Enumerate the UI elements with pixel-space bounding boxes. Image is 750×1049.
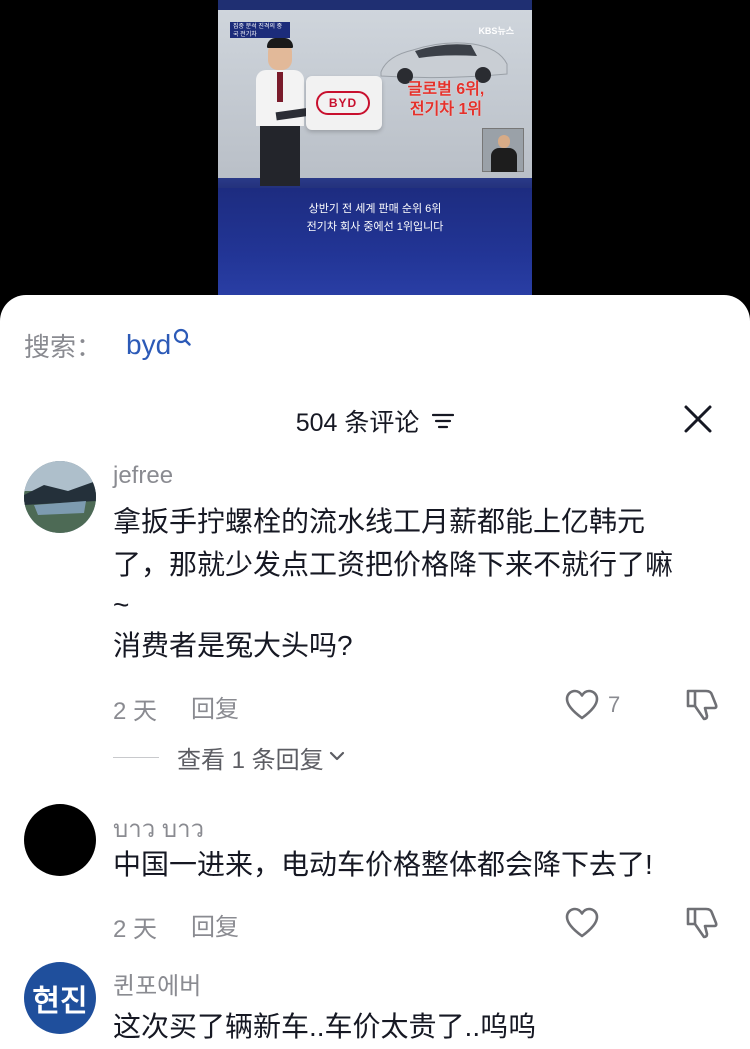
comment-timestamp: 2 天 <box>113 916 158 943</box>
comment-text-line: 中国一进来，电动车价格整体都会降下去了! <box>113 849 653 880</box>
comment-author[interactable]: jefree <box>113 462 173 490</box>
comment-text-line: 拿扳手拧螺栓的流水线工月薪都能上亿韩元 <box>113 506 646 537</box>
headline-line-1: 글로벌 6위, <box>407 81 485 98</box>
comment-text: 拿扳手拧螺栓的流水线工月薪都能上亿韩元 了，那就少发点工资把价格降下来不就行了嘛… <box>113 500 723 667</box>
avatar[interactable] <box>24 461 96 533</box>
search-term-link[interactable]: byd <box>126 329 171 361</box>
comment-text-line: ~ <box>113 589 130 620</box>
comment-count-title: 504 条评论 <box>295 409 420 437</box>
reply-button[interactable]: 回复 <box>191 907 239 942</box>
filter-sort-icon[interactable] <box>432 408 455 437</box>
like-count: 7 <box>608 692 621 717</box>
video-headline: 글로벌 6위, 전기차 1위 <box>386 80 506 120</box>
comment-text-line: 消费者是冤大头吗? <box>113 630 353 661</box>
video-subtitle: 상반기 전 세계 판매 순위 6위 전기차 회사 중에선 1위입니다 <box>218 200 532 236</box>
replies-divider <box>113 757 159 758</box>
news-anchor-figure <box>250 38 311 190</box>
avatar-text: 현진 <box>32 985 88 1018</box>
headline-line-2: 전기차 1위 <box>409 101 483 118</box>
dislike-icon[interactable] <box>684 686 720 722</box>
comment-author[interactable]: 퀸포에버 <box>113 966 201 1001</box>
avatar[interactable] <box>24 804 96 876</box>
search-icon <box>173 328 191 350</box>
comments-sheet: 搜索： byd 504 条评论 jefree 拿扳手拧螺栓的流水线工月薪都能上亿… <box>0 295 750 1049</box>
comment-text: 中国一进来，电动车价格整体都会降下去了! <box>113 843 723 886</box>
byd-logo-card: BYD <box>306 76 382 130</box>
heart-icon[interactable] <box>565 907 599 939</box>
comment-text-line: 这次买了辆新车..车价太贵了..呜呜 <box>113 1011 537 1042</box>
chevron-down-icon <box>328 749 346 767</box>
search-suggestion[interactable]: 搜索： byd <box>24 325 191 365</box>
comments-header: 504 条评论 <box>0 403 750 439</box>
heart-icon[interactable] <box>565 689 599 721</box>
byd-logo: BYD <box>316 91 370 115</box>
avatar[interactable]: 현진 <box>24 962 96 1034</box>
sign-language-interpreter <box>482 128 524 172</box>
search-label: 搜索： <box>24 331 103 362</box>
video-player[interactable]: 집중 분석 진격의 중국 전기차 KBS뉴스 BYD 글로벌 6위, 전기차 1… <box>218 0 532 300</box>
close-icon[interactable] <box>682 403 714 435</box>
dislike-icon[interactable] <box>684 904 720 940</box>
comment-timestamp: 2 天 <box>113 698 158 725</box>
view-replies-button[interactable]: 查看 1 条回复 <box>113 740 346 775</box>
comment-text-line: 了，那就少发点工资把价格降下来不就行了嘛 <box>113 549 674 580</box>
comment-text: 这次买了辆新车..车价太贵了..呜呜 <box>113 1005 723 1048</box>
reply-button[interactable]: 回复 <box>191 689 239 724</box>
subtitle-line-2: 전기차 회사 중에선 1위입니다 <box>306 221 444 233</box>
video-chyron: 집중 분석 진격의 중국 전기차 <box>230 22 290 38</box>
subtitle-line-1: 상반기 전 세계 판매 순위 6위 <box>308 203 442 215</box>
view-replies-label: 查看 1 条回复 <box>177 747 324 774</box>
